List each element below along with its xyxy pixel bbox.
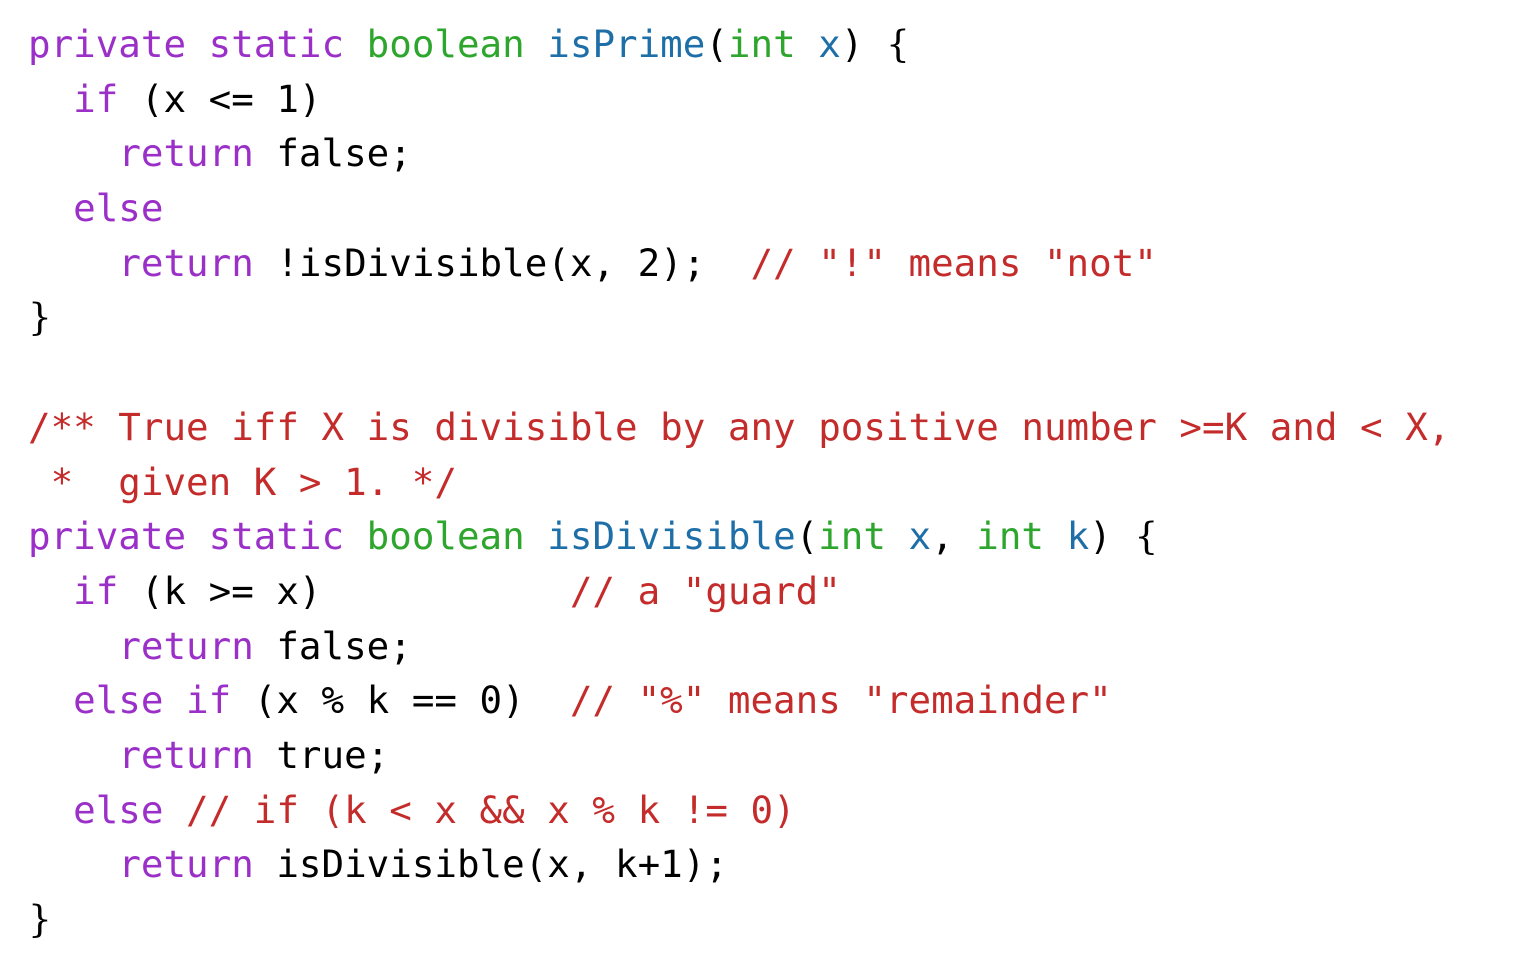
code-token-keyword: if xyxy=(73,76,119,121)
code-line: return false; xyxy=(28,619,1518,674)
code-token-plain: (x <= 1) xyxy=(118,76,322,121)
code-line: else xyxy=(28,181,1518,236)
code-token-function: x xyxy=(818,22,841,66)
code-token-type: boolean xyxy=(366,22,525,66)
code-token-keyword: if xyxy=(186,678,232,723)
code-token-comment: // "!" means "not" xyxy=(750,240,1157,285)
code-line: return !isDivisible(x, 2); // "!" means … xyxy=(28,236,1518,291)
code-line: private static boolean isDivisible(int x… xyxy=(28,509,1518,564)
code-token-keyword: return xyxy=(118,623,254,668)
code-token-plain: isDivisible(x, k+1); xyxy=(253,842,728,887)
code-token-plain: true; xyxy=(253,732,390,777)
code-token-plain: (k >= x) xyxy=(118,568,570,613)
code-line: } xyxy=(28,290,1518,345)
code-token-keyword: static xyxy=(208,514,345,559)
code-token-plain: ) xyxy=(840,22,886,66)
code-line: private static boolean isPrime(int x) { xyxy=(28,17,1518,72)
code-line: /** True iff X is divisible by any posit… xyxy=(28,400,1518,455)
code-token-comment: /** True iff X is divisible by any posit… xyxy=(28,404,1451,449)
code-line: else // if (k < x && x % k != 0) xyxy=(28,783,1518,838)
code-token-comment: // if (k < x && x % k != 0) xyxy=(186,787,796,832)
code-token-keyword: else xyxy=(73,787,164,832)
code-token-keyword: return xyxy=(118,131,254,176)
code-token-keyword: private xyxy=(28,514,187,559)
code-token-plain: ( xyxy=(795,514,819,559)
code-token-comment: // "%" means "remainder" xyxy=(569,678,1112,723)
code-token-plain: ( xyxy=(705,22,728,66)
code-token-plain: !isDivisible(x, 2); xyxy=(253,240,751,285)
code-token-plain: false; xyxy=(253,131,412,176)
code-token-keyword: return xyxy=(118,842,254,887)
code-line: else if (x % k == 0) // "%" means "remai… xyxy=(28,673,1518,728)
code-line: return isDivisible(x, k+1); xyxy=(28,837,1518,892)
code-token-brace: { xyxy=(885,22,910,66)
code-token-plain: false; xyxy=(253,623,412,668)
code-token-type: int xyxy=(976,514,1045,559)
code-line: return false; xyxy=(28,126,1518,181)
code-token-plain: , xyxy=(931,514,977,559)
code-token-type: boolean xyxy=(366,514,525,559)
code-token-keyword: else xyxy=(73,678,164,723)
code-token-type: int xyxy=(818,514,886,559)
code-token-plain: ) xyxy=(1089,514,1135,559)
code-line: return true; xyxy=(28,728,1518,783)
code-listing: private static boolean isPrime(int x) { … xyxy=(28,17,1518,947)
code-token-function: k xyxy=(1066,514,1090,559)
code-token-keyword: private xyxy=(28,22,187,66)
code-token-keyword: else xyxy=(73,186,164,231)
code-token-comment: // a "guard" xyxy=(569,568,841,613)
code-token-plain: (x % k == 0) xyxy=(231,678,570,723)
code-token-function: isDivisible xyxy=(547,514,796,559)
code-token-brace: { xyxy=(1134,514,1159,559)
code-token-comment: * given K > 1. */ xyxy=(28,459,457,504)
code-line: if (k >= x) // a "guard" xyxy=(28,564,1518,619)
code-token-keyword: return xyxy=(118,240,254,285)
code-line: if (x <= 1) xyxy=(28,72,1518,127)
code-token-keyword: if xyxy=(73,568,119,613)
code-token-brace: } xyxy=(28,295,52,340)
code-line: * given K > 1. */ xyxy=(28,455,1518,510)
code-token-keyword: return xyxy=(118,732,254,777)
code-token-brace: } xyxy=(28,897,52,941)
code-line: } xyxy=(28,892,1518,947)
code-token-function: isPrime xyxy=(547,22,706,66)
code-token-function: x xyxy=(908,514,932,559)
code-token-keyword: static xyxy=(208,22,345,66)
code-token-type: int xyxy=(727,22,796,66)
